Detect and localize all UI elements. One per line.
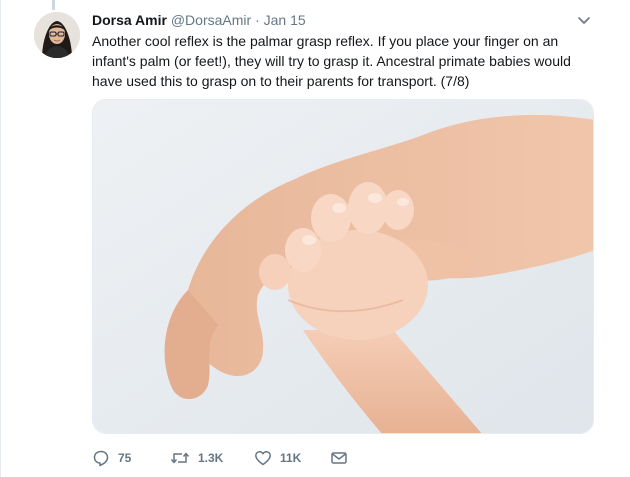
envelope-icon [330, 449, 348, 467]
avatar[interactable] [34, 12, 80, 58]
reply-count: 75 [118, 451, 132, 465]
heart-icon [254, 449, 272, 467]
reply-icon [92, 449, 110, 467]
thread-connector-line [52, 0, 55, 10]
retweet-button[interactable]: 1.3K [170, 447, 223, 469]
tweet: Dorsa Amir @DorsaAmir · Jan 15 Another c… [0, 0, 630, 477]
timeline-border [0, 0, 1, 477]
like-count: 11K [280, 451, 302, 465]
tweet-header: Dorsa Amir @DorsaAmir · Jan 15 [92, 11, 306, 29]
retweet-count: 1.3K [198, 451, 224, 465]
separator-dot: · [255, 12, 260, 28]
tweet-actions: 75 1.3K 11K [92, 447, 392, 469]
author-name[interactable]: Dorsa Amir [92, 12, 167, 28]
tweet-date[interactable]: Jan 15 [264, 12, 306, 28]
direct-message-button[interactable] [330, 447, 348, 469]
author-handle[interactable]: @DorsaAmir [171, 12, 251, 28]
reply-button[interactable]: 75 [92, 447, 131, 469]
tweet-text: Another cool reflex is the palmar grasp … [92, 33, 571, 89]
retweet-icon [170, 449, 190, 467]
like-button[interactable]: 11K [254, 447, 301, 469]
tweet-photo[interactable] [92, 99, 594, 434]
chevron-down-icon[interactable] [576, 12, 592, 28]
